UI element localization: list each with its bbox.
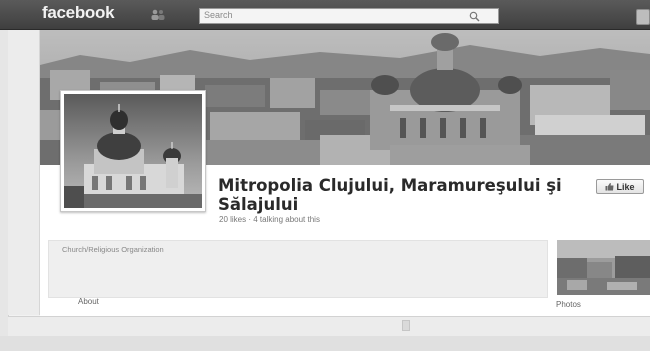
thumbs-up-icon [605, 183, 614, 191]
top-navigation-bar: facebook Search [0, 0, 650, 30]
photos-thumbnail[interactable] [557, 240, 650, 295]
about-link[interactable]: About [78, 297, 99, 306]
like-button[interactable]: Like [596, 179, 644, 194]
page-title: Mitropolia Clujului, Maramureşului şi Să… [218, 176, 562, 214]
profile-picture[interactable] [60, 90, 206, 212]
page-category: Church/Religious Organization [62, 245, 164, 254]
search-icon[interactable] [469, 11, 480, 22]
left-rail [8, 30, 40, 315]
photos-link[interactable]: Photos [556, 300, 581, 309]
expand-handle[interactable] [402, 320, 410, 331]
bottom-strip [8, 316, 650, 336]
like-button-label: Like [616, 181, 635, 192]
page-stats: 20 likes · 4 talking about this [219, 215, 320, 224]
page-bottom [0, 336, 650, 351]
profile-avatar[interactable] [636, 9, 650, 25]
facebook-logo[interactable]: facebook [42, 3, 115, 23]
search-placeholder: Search [204, 10, 233, 20]
search-input[interactable]: Search [199, 8, 499, 24]
friends-notification-icon[interactable] [150, 9, 166, 20]
